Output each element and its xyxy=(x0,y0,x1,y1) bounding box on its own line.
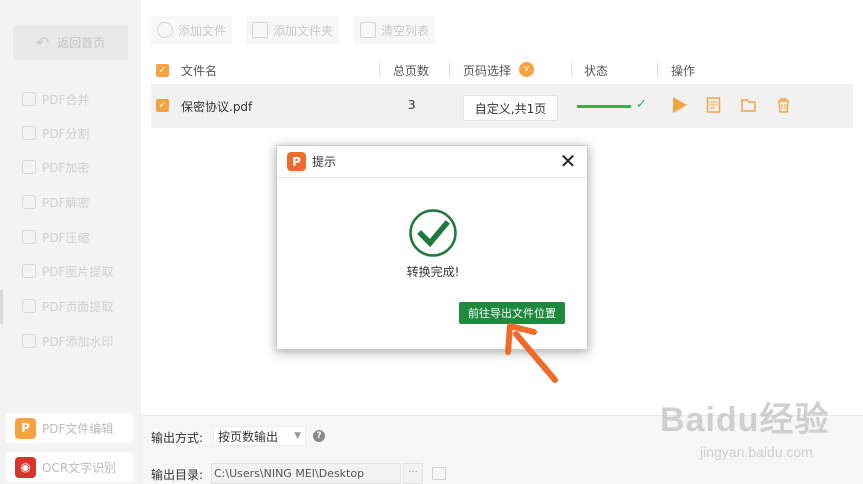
row-progress-bar xyxy=(577,105,631,108)
watermark-logo: Baidu经验 xyxy=(660,401,830,439)
sidebar-item-image-extract[interactable]: PDF图片提取 xyxy=(22,260,113,282)
column-divider xyxy=(657,63,658,77)
add-file-label: 添加文件 xyxy=(178,23,227,38)
folder-icon xyxy=(252,22,268,38)
header-page-select: 页码选择 xyxy=(463,64,512,78)
split-icon xyxy=(22,126,36,140)
header-actions: 操作 xyxy=(671,64,696,78)
app-logo-icon: P xyxy=(287,152,306,171)
select-all-checkbox[interactable]: ✓ xyxy=(156,64,169,77)
merge-icon xyxy=(22,92,36,106)
sidebar-item-label: PDF解密 xyxy=(42,195,90,210)
header-pages: 总页数 xyxy=(393,64,430,78)
sidebar-item-label: PDF压缩 xyxy=(42,230,90,245)
sidebar-item-label: PDF分割 xyxy=(42,126,90,141)
active-item-marker xyxy=(0,290,3,324)
unlock-shield-icon xyxy=(22,195,36,209)
dialog-message: 转换完成! xyxy=(406,265,460,279)
header-filename: 文件名 xyxy=(181,64,218,78)
document-icon[interactable] xyxy=(706,97,721,113)
check-icon: ✓ xyxy=(636,97,647,112)
sidebar-item-encrypt[interactable]: PDF加密 xyxy=(22,156,89,178)
baidu-watermark: Baidu经验 jingyan.baidu.com xyxy=(660,392,860,472)
success-check-icon xyxy=(409,209,457,257)
chevron-down-icon: ▼ xyxy=(294,431,301,441)
plus-circle-icon xyxy=(157,22,173,38)
sidebar-item-watermark[interactable]: PDF添加水印 xyxy=(22,330,113,352)
lock-shield-icon xyxy=(22,160,36,174)
column-divider xyxy=(571,63,572,77)
sidebar-item-merge[interactable]: PDF合并 xyxy=(22,88,89,110)
page-extract-icon xyxy=(22,299,36,313)
output-mode-select[interactable]: 按页数输出 ▼ xyxy=(213,426,306,446)
trash-icon[interactable] xyxy=(776,97,791,113)
output-mode-value: 按页数输出 xyxy=(218,429,279,444)
sidebar-item-decrypt[interactable]: PDF解密 xyxy=(22,191,89,213)
pdf-edit-button[interactable]: P PDF文件编辑 xyxy=(6,413,133,443)
row-checkbox[interactable]: ✓ xyxy=(156,99,169,112)
image-extract-icon xyxy=(22,264,36,278)
row-pages: 3 xyxy=(408,98,416,112)
watermark-icon xyxy=(22,334,36,348)
sidebar-item-label: PDF合并 xyxy=(42,92,90,107)
pdf-edit-label: PDF文件编辑 xyxy=(42,421,114,436)
header-status: 状态 xyxy=(584,64,609,78)
add-folder-label: 添加文件夹 xyxy=(273,23,334,38)
open-folder-icon[interactable] xyxy=(432,467,446,480)
close-icon[interactable]: ✕ xyxy=(557,150,579,172)
ocr-eye-icon: ◉ xyxy=(15,456,36,478)
sidebar-item-label: PDF图片提取 xyxy=(42,264,114,279)
compress-icon xyxy=(22,230,36,244)
row-filename: 保密协议.pdf xyxy=(181,100,253,114)
column-divider xyxy=(449,63,450,77)
ocr-label: OCR文字识别 xyxy=(42,460,117,475)
dialog-title-bar: P 提示 ✕ xyxy=(277,146,587,178)
back-arrow-icon: ↶ xyxy=(35,33,50,52)
clear-list-button[interactable]: 清空列表 xyxy=(354,16,436,44)
help-icon[interactable]: ? xyxy=(313,430,325,442)
output-dir-label: 输出目录: xyxy=(151,468,204,482)
sidebar-item-label: PDF添加水印 xyxy=(42,334,114,349)
back-home-button[interactable]: ↶ 返回首页 xyxy=(13,25,128,60)
page-select-dropdown-icon[interactable]: v xyxy=(519,62,534,77)
dialog-title: 提示 xyxy=(312,155,337,169)
sidebar-item-compress[interactable]: PDF压缩 xyxy=(22,226,89,248)
sidebar-item-page-extract[interactable]: PDF页面提取 xyxy=(22,295,113,317)
add-folder-button[interactable]: 添加文件夹 xyxy=(246,16,340,44)
back-home-label: 返回首页 xyxy=(57,36,106,50)
clear-list-label: 清空列表 xyxy=(381,23,430,38)
column-divider xyxy=(379,63,380,77)
add-file-button[interactable]: 添加文件 xyxy=(151,16,233,44)
sidebar-item-split[interactable]: PDF分割 xyxy=(22,122,89,144)
watermark-url: jingyan.baidu.com xyxy=(700,444,813,460)
sidebar-item-label: PDF加密 xyxy=(42,160,90,175)
pdf-edit-icon: P xyxy=(15,417,36,439)
sidebar-item-label: PDF页面提取 xyxy=(42,299,114,314)
browse-button[interactable]: ··· xyxy=(403,463,423,484)
output-dir-field[interactable]: C:\Users\NING MEI\Desktop xyxy=(211,463,401,484)
folder-open-icon[interactable] xyxy=(741,97,756,113)
play-icon[interactable] xyxy=(672,97,687,113)
annotation-arrow-icon xyxy=(505,323,558,383)
broom-icon xyxy=(360,22,376,38)
row-page-select[interactable]: 自定义,共1页 xyxy=(463,95,558,121)
output-mode-label: 输出方式: xyxy=(151,431,204,445)
sidebar: ↶ 返回首页 PDF合并 PDF分割 PDF加密 PDF解密 PDF压缩 PDF… xyxy=(0,0,141,484)
ocr-button[interactable]: ◉ OCR文字识别 xyxy=(6,452,133,482)
